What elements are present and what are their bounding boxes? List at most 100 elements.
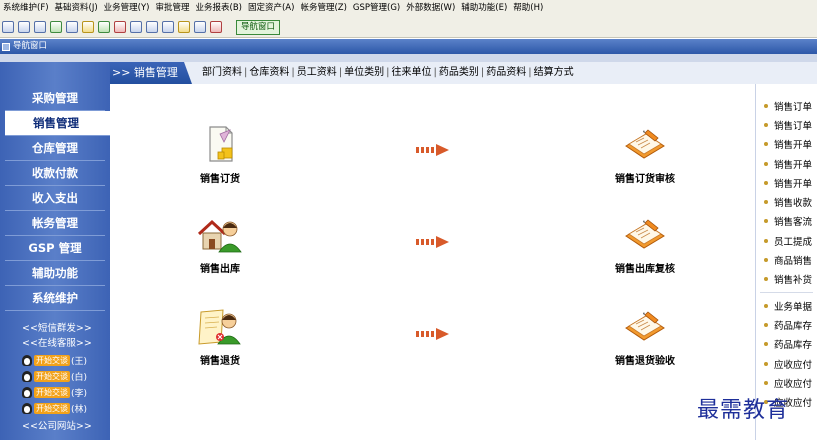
- bullet-icon: [764, 361, 768, 366]
- list-item[interactable]: 销售开单: [756, 173, 817, 192]
- qq-penguin-icon: [22, 354, 32, 366]
- module-header: >> 销售管理: [110, 62, 192, 84]
- sidebar-item-payments[interactable]: 收款付款: [5, 161, 105, 186]
- bullet-icon: [764, 277, 768, 282]
- quick-link-partners[interactable]: 往来单位: [392, 67, 432, 78]
- menu-help[interactable]: 帮助(H): [510, 0, 546, 17]
- menu-tools[interactable]: 辅助功能(E): [458, 0, 510, 17]
- list-item[interactable]: 销售开单: [756, 154, 817, 173]
- bullet-icon: [764, 322, 768, 327]
- user-icon[interactable]: [178, 21, 190, 33]
- list-item[interactable]: 销售客流: [756, 212, 817, 231]
- sidebar-item-system[interactable]: 系统维护: [5, 286, 105, 311]
- list-item[interactable]: 应收应付: [756, 354, 817, 373]
- quick-link-drugs[interactable]: 药品资料: [486, 67, 526, 78]
- help-icon[interactable]: [194, 21, 206, 33]
- qq-contact[interactable]: 开始交谈 (白): [22, 369, 110, 383]
- quick-link-drug-types[interactable]: 药品类别: [439, 67, 479, 78]
- sidebar-item-tools[interactable]: 辅助功能: [5, 261, 105, 286]
- app-window: 系统维护(F) 基础资料(J) 业务管理(Y) 审批管理 业务报表(B) 固定资…: [0, 0, 817, 440]
- calculator-icon[interactable]: [130, 21, 142, 33]
- sidebar: 采购管理 销售管理 仓库管理 收款付款 收入支出 帐务管理 GSP 管理 辅助功…: [0, 62, 110, 440]
- save-icon[interactable]: [34, 21, 46, 33]
- sms-link[interactable]: <<短信群发>>: [22, 321, 110, 336]
- quick-link-settlement[interactable]: 结算方式: [534, 67, 574, 78]
- flow-arrow-icon: [416, 236, 449, 248]
- bullet-icon: [764, 380, 768, 385]
- qq-penguin-icon: [22, 402, 32, 414]
- toolbar: 导航窗口: [0, 17, 817, 38]
- qq-contact[interactable]: 开始交谈 (王): [22, 353, 110, 367]
- bullet-icon: [764, 200, 768, 205]
- nav-window-button[interactable]: 导航窗口: [236, 19, 281, 35]
- flow-sales-outbound[interactable]: 销售出库: [190, 214, 250, 275]
- menu-accounts[interactable]: 帐务管理(Z): [297, 0, 349, 17]
- qq-contact-name: (王): [71, 356, 88, 367]
- bullet-icon: [764, 238, 768, 243]
- list-item[interactable]: 商品销售: [756, 250, 817, 269]
- online-service-link[interactable]: <<在线客服>>: [22, 336, 110, 351]
- company-site-link[interactable]: <<公司网站>>: [0, 419, 110, 434]
- menu-fixed-assets[interactable]: 固定资产(A): [245, 0, 297, 17]
- window-icon: [2, 42, 10, 51]
- sidebar-item-gsp[interactable]: GSP 管理: [5, 236, 105, 261]
- grid-icon[interactable]: [50, 21, 62, 33]
- list-item[interactable]: 销售收款: [756, 192, 817, 211]
- exit-icon[interactable]: [210, 21, 222, 33]
- menu-basic-data[interactable]: 基础资料(J): [52, 0, 101, 17]
- flow-sales-order-review[interactable]: 销售订货审核: [600, 124, 690, 185]
- list-item[interactable]: 销售补货: [756, 270, 817, 289]
- flow-label: 销售订货: [200, 174, 240, 185]
- list-item[interactable]: 销售订单: [756, 96, 817, 115]
- list-item[interactable]: 应收应付: [756, 373, 817, 392]
- menu-reports[interactable]: 业务报表(B): [193, 0, 245, 17]
- qq-contact[interactable]: 开始交谈 (林): [22, 401, 110, 415]
- list-item[interactable]: 药品库存: [756, 315, 817, 334]
- qq-chat-tag: 开始交谈: [34, 370, 70, 382]
- sales-flow-panel: 销售订货 销售订货审核 销售出库 销售出库复核 销售退货 销售退货验收: [110, 84, 755, 440]
- flow-sales-order[interactable]: 销售订货: [190, 124, 250, 185]
- new-icon[interactable]: [2, 21, 14, 33]
- quick-link-employees[interactable]: 员工资料: [297, 67, 337, 78]
- sidebar-item-purchase[interactable]: 采购管理: [5, 86, 105, 111]
- bullet-icon: [764, 180, 768, 185]
- module-tab-bar: >> 销售管理 部门资料 | 仓库资料 | 员工资料 | 单位类别 | 往来单位 | 药品类别 | 药品…: [110, 62, 817, 84]
- menu-approval[interactable]: 审批管理: [153, 0, 193, 17]
- menu-external-data[interactable]: 外部数据(W): [403, 0, 458, 17]
- order-document-icon: [209, 126, 233, 162]
- list-divider: [760, 291, 813, 293]
- list-item[interactable]: 药品库存: [756, 335, 817, 354]
- flow-sales-return[interactable]: 销售退货: [190, 306, 250, 367]
- list-item[interactable]: 销售订单: [756, 115, 817, 134]
- qq-penguin-icon: [22, 370, 32, 382]
- flow-sales-return-acceptance[interactable]: 销售退货验收: [600, 306, 690, 367]
- chart-icon[interactable]: [82, 21, 94, 33]
- sidebar-item-accounts[interactable]: 帐务管理: [5, 211, 105, 236]
- delete-icon[interactable]: [114, 21, 126, 33]
- window-icon[interactable]: [66, 21, 78, 33]
- open-icon[interactable]: [18, 21, 30, 33]
- quick-link-departments[interactable]: 部门资料: [202, 67, 242, 78]
- menu-business[interactable]: 业务管理(Y): [101, 0, 153, 17]
- return-document-icon: [198, 309, 241, 345]
- quick-links: 部门资料 | 仓库资料 | 员工资料 | 单位类别 | 往来单位 | 药品类别 | 药品资料 | 结算方式: [202, 67, 574, 78]
- menu-system[interactable]: 系统维护(F): [0, 0, 52, 17]
- bullet-icon: [764, 161, 768, 166]
- sidebar-item-warehouse[interactable]: 仓库管理: [5, 136, 105, 161]
- check-icon[interactable]: [98, 21, 110, 33]
- quick-link-unit-types[interactable]: 单位类别: [344, 67, 384, 78]
- qq-contact[interactable]: 开始交谈 (李): [22, 385, 110, 399]
- list-item[interactable]: 员工提成: [756, 231, 817, 250]
- image-icon[interactable]: [162, 21, 174, 33]
- bullet-icon: [764, 342, 768, 347]
- qq-chat-tag: 开始交谈: [34, 402, 70, 414]
- list-item[interactable]: 销售开单: [756, 135, 817, 154]
- sidebar-item-income-expense[interactable]: 收入支出: [5, 186, 105, 211]
- list-item[interactable]: 业务单据: [756, 296, 817, 315]
- sidebar-item-sales[interactable]: 销售管理: [5, 111, 110, 136]
- flow-sales-outbound-recheck[interactable]: 销售出库复核: [600, 214, 690, 275]
- menu-gsp[interactable]: GSP管理(G): [350, 0, 403, 17]
- quick-link-warehouses[interactable]: 仓库资料: [249, 67, 289, 78]
- print-icon[interactable]: [146, 21, 158, 33]
- flow-label: 销售退货: [200, 356, 240, 367]
